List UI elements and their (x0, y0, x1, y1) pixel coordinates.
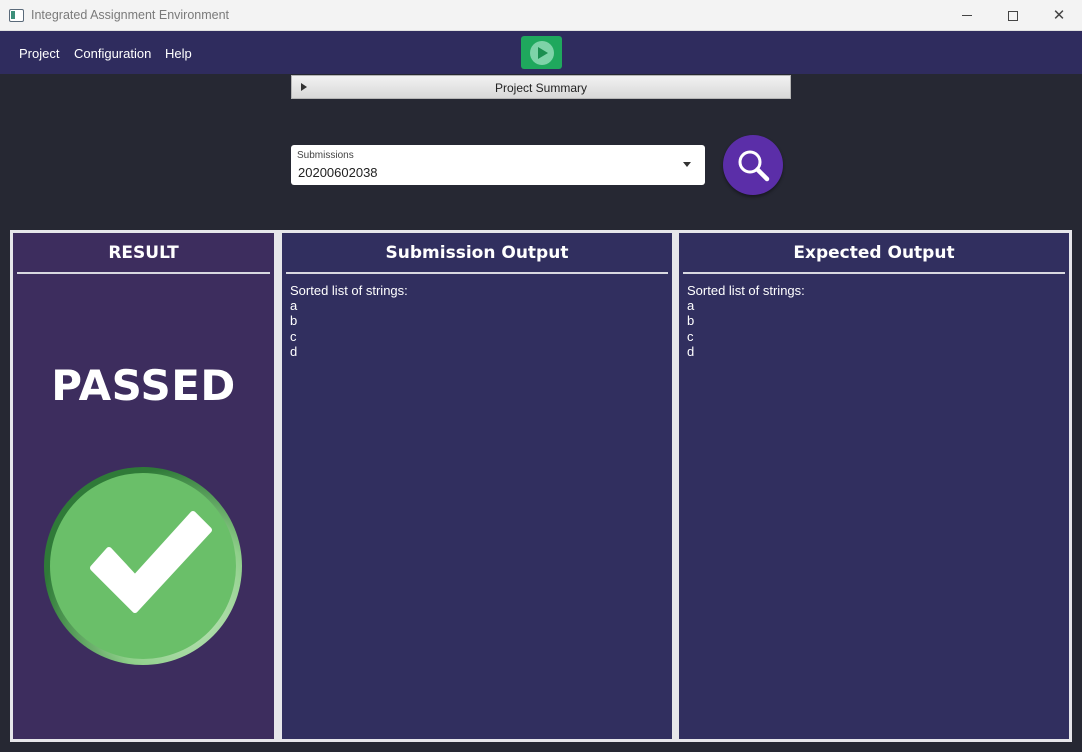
submission-output-panel: Submission Output Sorted list of strings… (282, 233, 672, 739)
project-summary-toggle[interactable]: Project Summary (291, 75, 791, 99)
window-titlebar: Integrated Assignment Environment ✕ (0, 0, 1082, 31)
expected-output-text[interactable]: Sorted list of strings: a b c d (687, 283, 805, 359)
expected-output-divider (683, 272, 1065, 274)
maximize-icon (1008, 10, 1018, 21)
maximize-button[interactable] (990, 0, 1036, 31)
expected-output-panel: Expected Output Sorted list of strings: … (679, 233, 1069, 739)
play-icon (529, 40, 554, 65)
submissions-select[interactable]: Submissions 20200602038 (291, 145, 705, 185)
expected-output-title: Expected Output (793, 243, 955, 263)
minimize-icon (962, 15, 972, 16)
minimize-button[interactable] (944, 0, 990, 31)
menu-item-configuration[interactable]: Configuration (74, 46, 151, 61)
dropdown-arrow-icon (683, 162, 691, 167)
submission-output-title: Submission Output (385, 243, 569, 263)
submissions-label: Submissions (297, 150, 354, 161)
close-button[interactable]: ✕ (1036, 0, 1082, 31)
checkmark-icon (43, 466, 243, 666)
search-button[interactable] (723, 135, 783, 195)
menu-item-help[interactable]: Help (165, 46, 192, 61)
result-panel-title: RESULT (108, 243, 179, 263)
search-icon (738, 150, 770, 182)
close-icon: ✕ (1052, 6, 1066, 24)
result-status: PASSED (51, 361, 236, 410)
result-divider (17, 272, 270, 274)
submissions-value: 20200602038 (298, 165, 378, 180)
run-button[interactable] (521, 36, 562, 69)
app-icon (9, 9, 24, 22)
menu-item-project[interactable]: Project (19, 46, 59, 61)
submission-output-divider (286, 272, 668, 274)
window-title: Integrated Assignment Environment (31, 8, 230, 22)
project-summary-label: Project Summary (494, 81, 588, 95)
submission-output-text[interactable]: Sorted list of strings: a b c d (290, 283, 408, 359)
result-panel: RESULT PASSED (13, 233, 274, 739)
